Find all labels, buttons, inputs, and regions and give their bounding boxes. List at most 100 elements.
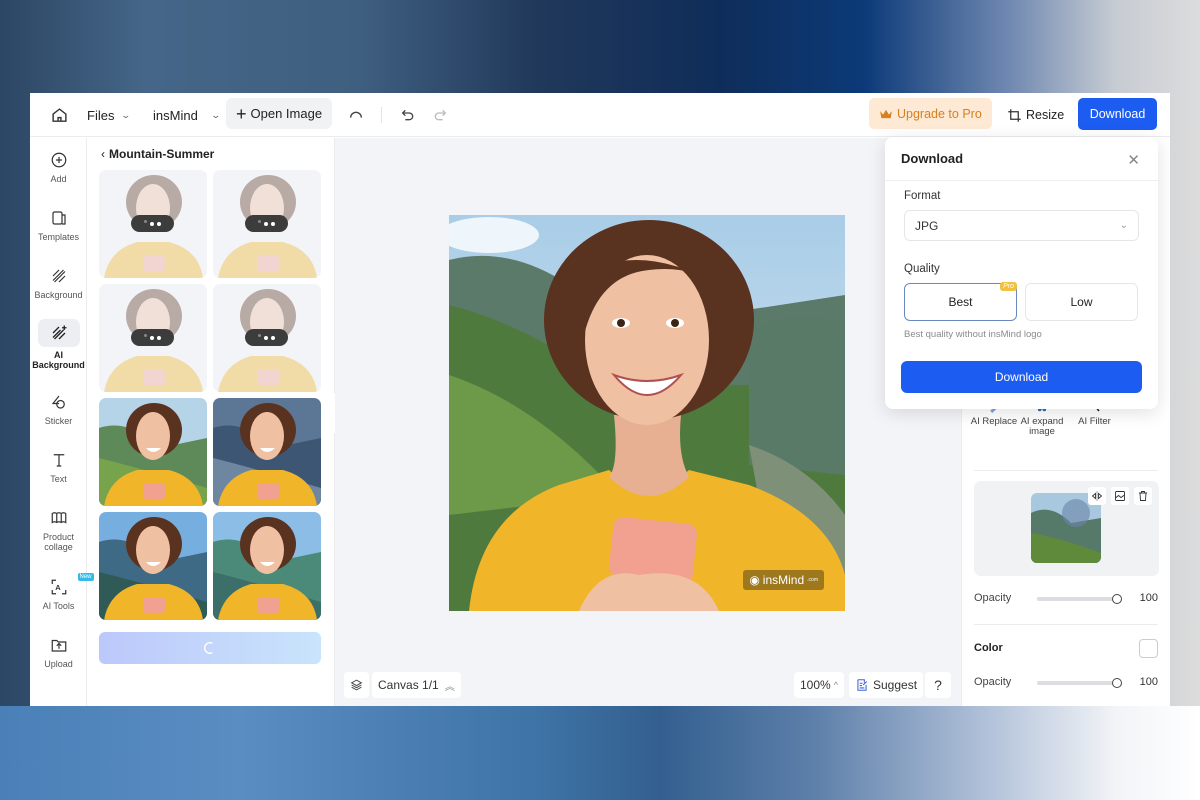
rail-label: Sticker bbox=[44, 416, 73, 426]
suggest-button[interactable]: Suggest bbox=[849, 672, 924, 698]
chevron-down-icon: ⌄ bbox=[120, 109, 132, 120]
template-thumbnail[interactable] bbox=[213, 170, 321, 278]
rail-item-add[interactable]: Add bbox=[30, 149, 87, 184]
upgrade-button[interactable]: Upgrade to Pro bbox=[869, 98, 992, 129]
template-thumbnail[interactable] bbox=[99, 512, 207, 620]
template-thumbnail[interactable] bbox=[99, 398, 207, 506]
rail-item-sticker[interactable]: Sticker bbox=[30, 391, 87, 426]
quality-best-label: Best bbox=[948, 295, 973, 309]
rail-label: Templates bbox=[37, 232, 80, 242]
slider-knob[interactable] bbox=[1112, 594, 1122, 604]
ai-tool-label: AI expand image bbox=[1020, 416, 1064, 437]
sync-button[interactable] bbox=[348, 100, 364, 130]
canvas-image[interactable]: ◉ insMind .com bbox=[449, 215, 845, 611]
background-layer-card[interactable] bbox=[974, 481, 1159, 576]
color-opacity-slider[interactable] bbox=[1037, 678, 1122, 688]
rail-label: Background bbox=[34, 290, 83, 300]
close-icon[interactable]: ✕ bbox=[1127, 151, 1140, 169]
opacity-label: Opacity bbox=[974, 592, 1012, 604]
undo-icon bbox=[401, 109, 414, 121]
rail-label: Upload bbox=[44, 659, 73, 669]
quality-best-option[interactable]: Best Pro bbox=[904, 282, 1017, 321]
rail-item-background[interactable]: Background bbox=[30, 265, 87, 300]
replace-image-button[interactable] bbox=[1111, 487, 1129, 505]
crown-icon bbox=[880, 109, 892, 118]
flip-icon bbox=[1091, 491, 1103, 501]
rail-item-templates[interactable]: Templates bbox=[30, 207, 87, 242]
rail-item-text[interactable]: Text bbox=[30, 449, 87, 484]
format-label: Format bbox=[904, 190, 941, 202]
layers-button[interactable] bbox=[344, 672, 369, 698]
upgrade-label: Upgrade to Pro bbox=[897, 106, 982, 121]
resize-label: Resize bbox=[1026, 108, 1065, 122]
generate-more-button[interactable] bbox=[99, 632, 321, 664]
portrait-photo bbox=[449, 215, 845, 611]
divider bbox=[974, 470, 1158, 471]
delete-button[interactable] bbox=[1134, 487, 1152, 505]
watermark-suffix: .com bbox=[807, 577, 818, 583]
back-button[interactable]: ‹ Mountain-Summer bbox=[101, 147, 214, 161]
open-image-label: Open Image bbox=[250, 106, 323, 121]
template-thumbnail[interactable] bbox=[99, 170, 207, 278]
chevron-up-icon: ^ bbox=[833, 680, 838, 690]
help-button[interactable]: ? bbox=[925, 672, 951, 698]
layer-opacity-slider[interactable] bbox=[1037, 594, 1122, 604]
zoom-label: 100% bbox=[800, 678, 831, 692]
svg-text:A: A bbox=[55, 583, 61, 592]
quality-low-label: Low bbox=[1070, 295, 1093, 309]
zoom-selector[interactable]: 100% ^ bbox=[794, 672, 844, 698]
hatch-icon bbox=[52, 269, 65, 283]
redo-button[interactable] bbox=[432, 100, 448, 130]
dialog-title: Download bbox=[901, 151, 964, 166]
rail-item-ai-background[interactable]: AI Background bbox=[30, 319, 87, 370]
ai-hatch-icon bbox=[52, 325, 66, 340]
rail-item-product-collage[interactable]: Product collage bbox=[30, 507, 87, 552]
files-label: Files bbox=[87, 107, 115, 123]
files-menu[interactable]: Files ⌄ bbox=[87, 100, 132, 130]
quality-low-option[interactable]: Low bbox=[1025, 283, 1138, 321]
color-swatch[interactable] bbox=[1139, 639, 1158, 658]
slider-knob[interactable] bbox=[1112, 678, 1122, 688]
canvas-selector[interactable]: Canvas 1/1 ︽ bbox=[372, 672, 461, 698]
watermark-text: insMind bbox=[762, 573, 805, 587]
quality-note: Best quality without insMind logo bbox=[904, 329, 1042, 340]
loading-dots-icon bbox=[245, 329, 288, 346]
flip-button[interactable] bbox=[1088, 487, 1106, 505]
home-button[interactable] bbox=[48, 100, 70, 130]
project-menu[interactable]: insMind ⌄ bbox=[153, 100, 221, 130]
canvas-label: Canvas 1/1 bbox=[378, 678, 439, 692]
project-label: insMind bbox=[153, 107, 198, 123]
spinner-icon bbox=[203, 642, 213, 654]
template-thumbnail[interactable] bbox=[213, 512, 321, 620]
trash-icon bbox=[1139, 491, 1147, 501]
crop-icon bbox=[1008, 108, 1021, 122]
undo-button[interactable] bbox=[400, 100, 416, 130]
top-bar: Files ⌄ insMind ⌄ + Open Image Upgrade t… bbox=[30, 93, 1170, 137]
confirm-download-button[interactable]: Download bbox=[901, 361, 1142, 393]
sticker-icon bbox=[51, 395, 65, 409]
rail-label: AI Background bbox=[32, 350, 85, 370]
chevron-up-double-icon: ︽ bbox=[444, 681, 455, 693]
template-thumbnail[interactable] bbox=[213, 398, 321, 506]
plus-circle-icon bbox=[51, 152, 66, 168]
download-button[interactable]: Download bbox=[1078, 98, 1157, 130]
rail-label: AI Tools bbox=[42, 601, 75, 611]
redo-icon bbox=[434, 109, 447, 121]
format-value: JPG bbox=[915, 218, 939, 233]
watermark: ◉ insMind .com bbox=[743, 570, 824, 590]
ai-tools-icon: A bbox=[51, 579, 66, 595]
resize-button[interactable]: Resize bbox=[1007, 100, 1064, 130]
canvas-area: ◉ insMind .com Canvas 1/1 ︽ 100% ^ Sugges… bbox=[335, 138, 961, 706]
chevron-down-icon: ⌄ bbox=[210, 109, 221, 120]
open-image-button[interactable]: + Open Image bbox=[226, 98, 333, 129]
pro-badge: Pro bbox=[1000, 282, 1017, 291]
upload-icon bbox=[51, 639, 66, 652]
format-select[interactable]: JPG ⌄ bbox=[904, 210, 1139, 241]
rail-item-ai-tools[interactable]: A New AI Tools bbox=[30, 573, 94, 611]
ai-tool-label: AI Replace bbox=[970, 416, 1018, 427]
rail-item-upload[interactable]: Upload bbox=[30, 634, 87, 669]
template-thumbnail[interactable] bbox=[213, 284, 321, 392]
loading-dots-icon bbox=[245, 215, 288, 232]
template-thumbnail[interactable] bbox=[99, 284, 207, 392]
panel-title: Mountain-Summer bbox=[109, 147, 215, 161]
